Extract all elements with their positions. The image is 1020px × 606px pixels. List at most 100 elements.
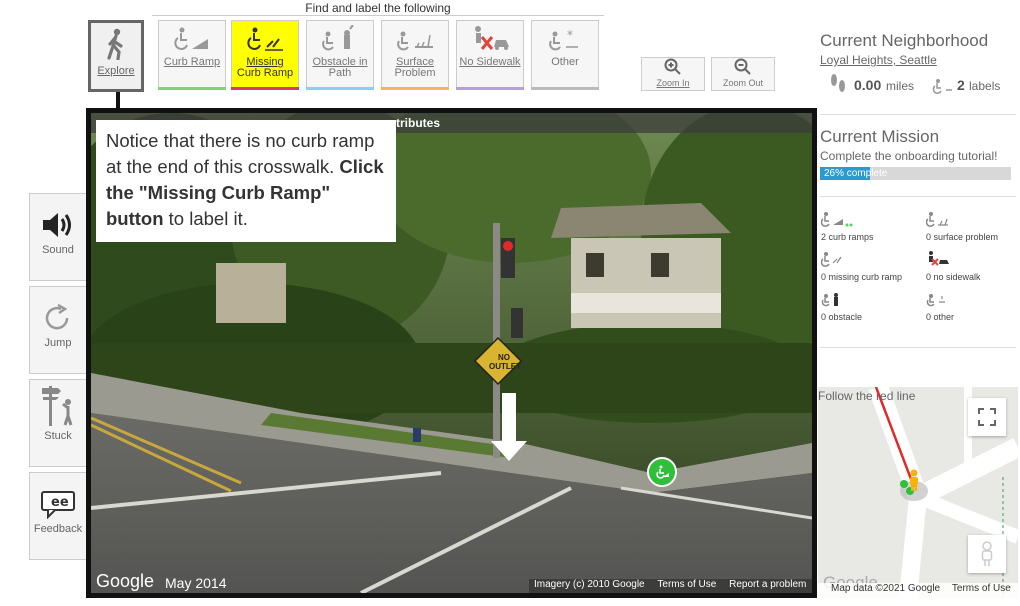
neighborhood-stats: 0.00 miles 2 labels <box>820 72 1016 96</box>
obstacle-button[interactable]: Obstacle in Path <box>306 20 374 90</box>
callout-text-1: Notice that there is no curb ramp at the… <box>106 130 375 177</box>
stat-curb-ramps-text: 2 curb ramps <box>821 232 874 242</box>
missing-curb-ramp-icon <box>232 21 298 57</box>
miles-value: 0.00 <box>854 77 882 93</box>
divider-2 <box>820 196 1016 197</box>
no-sidewalk-stat-icon <box>929 251 949 266</box>
curb-ramp-button[interactable]: Curb Ramp <box>158 20 226 90</box>
other-stat-icon <box>926 294 945 307</box>
toolbar-divider <box>152 15 604 16</box>
sound-label: Sound <box>42 244 74 256</box>
obstacle-icon <box>307 21 373 57</box>
pano-footer: Imagery (c) 2010 Google Terms of Use Rep… <box>529 579 812 593</box>
svg-text:*: * <box>567 28 573 42</box>
curb-ramp-label: Curb Ramp <box>163 56 221 68</box>
neighborhood-link[interactable]: Loyal Heights, Seattle <box>820 53 937 67</box>
stat-other: 0 other <box>926 291 954 322</box>
terms-link[interactable]: Terms of Use <box>657 579 716 590</box>
fullscreen-icon <box>978 408 996 426</box>
stat-missing-curb-ramp-text: 0 missing curb ramp <box>821 272 903 282</box>
obstacle-color-bar <box>306 87 374 90</box>
pegman-outline-icon <box>981 541 993 566</box>
curb-ramp-color-bar <box>158 87 226 90</box>
other-button[interactable]: * Other <box>531 20 599 90</box>
missing-curb-ramp-label-2: Curb Ramp <box>236 67 294 79</box>
map-footer: Map data ©2021 Google Terms of Use <box>818 583 1018 598</box>
no-sidewalk-color-bar <box>456 87 524 90</box>
zoom-out-icon <box>712 58 774 78</box>
callout-text-2: to label it. <box>163 208 248 229</box>
missing-curb-ramp-color-bar <box>231 87 299 90</box>
labels-unit: labels <box>969 79 1001 93</box>
no-sidewalk-label: No Sidewalk <box>459 56 521 68</box>
jump-icon <box>30 287 86 337</box>
surface-problem-icon <box>382 21 448 57</box>
missing-curb-ramp-button[interactable]: Missing Curb Ramp <box>231 20 299 90</box>
feedback-button[interactable]: ee Feedback <box>29 472 87 560</box>
stat-surface-problem-text: 0 surface problem <box>926 232 999 242</box>
stat-missing-curb-ramp: 0 missing curb ramp <box>820 251 903 282</box>
other-label: Other <box>551 56 579 68</box>
curb-ramp-stat-icon <box>820 212 853 227</box>
mission-progress-bar: 26% complete <box>820 167 1011 180</box>
zoom-in-icon <box>642 58 704 78</box>
no-sidewalk-button[interactable]: No Sidewalk <box>456 20 524 90</box>
stat-surface-problem: 0 surface problem <box>925 211 999 242</box>
feedback-label: Feedback <box>33 523 83 535</box>
speech-bubble-icon: ee <box>30 473 86 523</box>
pano-attribution-partial: tributes <box>396 116 441 130</box>
explore-label: Explore <box>97 65 135 77</box>
divider-3 <box>820 347 1016 348</box>
stuck-label: Stuck <box>44 430 72 442</box>
curb-ramp-label-marker[interactable] <box>647 457 677 487</box>
explore-button[interactable]: Explore <box>88 20 144 92</box>
stuck-button[interactable]: Stuck <box>29 379 87 467</box>
divider-1 <box>820 114 1016 115</box>
surface-problem-button[interactable]: Surface Problem <box>381 20 449 90</box>
obstacle-stat-icon <box>821 293 838 307</box>
zoom-out-label: Zoom Out <box>722 78 763 88</box>
other-color-bar <box>531 87 599 90</box>
labels-icon <box>932 79 952 94</box>
minimap[interactable]: Follow the red line Google Map data ©202… <box>818 387 1018 598</box>
mission-title: Current Mission <box>820 127 940 146</box>
jump-label: Jump <box>44 337 72 349</box>
wheelchair-icon <box>656 465 669 479</box>
signpost-icon <box>30 380 86 430</box>
imagery-credit: Imagery (c) 2010 Google <box>534 579 645 590</box>
surface-problem-color-bar <box>381 87 449 90</box>
stat-obstacle: 0 obstacle <box>821 291 862 322</box>
map-attribution: Map data ©2021 Google <box>831 583 941 594</box>
report-problem-link[interactable]: Report a problem <box>729 579 806 590</box>
jump-button[interactable]: Jump <box>29 286 87 374</box>
imagery-date: May 2014 <box>165 575 227 591</box>
curb-ramp-icon <box>159 21 225 57</box>
miles-unit: miles <box>886 79 915 93</box>
zoom-in-label: Zoom In <box>656 78 690 88</box>
map-hint: Follow the red line <box>818 389 916 403</box>
street-view-pegman-button[interactable] <box>968 535 1006 573</box>
zoom-in-button[interactable]: Zoom In <box>641 57 705 91</box>
walker-icon <box>91 23 141 65</box>
footprints-icon <box>831 74 845 92</box>
stat-obstacle-text: 0 obstacle <box>821 312 863 322</box>
svg-text:ee: ee <box>51 495 69 510</box>
google-logo: Google <box>96 571 155 591</box>
stat-curb-ramps: 2 curb ramps <box>820 211 874 242</box>
mission-progress-label: 26% complete <box>824 168 888 179</box>
no-outlet-sign: NO OUTLET <box>489 353 521 371</box>
no-sidewalk-icon <box>457 21 523 57</box>
map-terms-link[interactable]: Terms of Use <box>952 583 1011 594</box>
missing-curb-ramp-stat-icon <box>820 252 842 267</box>
stat-other-text: 0 other <box>926 312 955 322</box>
other-icon: * <box>532 21 598 57</box>
toolbar-title: Find and label the following <box>305 1 451 15</box>
mission-text: Complete the onboarding tutorial! <box>820 149 998 163</box>
speaker-icon <box>30 194 86 244</box>
surface-problem-label-2: Problem <box>394 67 436 79</box>
sound-button[interactable]: Sound <box>29 193 87 281</box>
zoom-out-button[interactable]: Zoom Out <box>711 57 775 91</box>
neighborhood-title: Current Neighborhood <box>820 31 989 50</box>
fullscreen-button[interactable] <box>968 398 1006 436</box>
obstacle-label-2: Path <box>328 67 352 79</box>
